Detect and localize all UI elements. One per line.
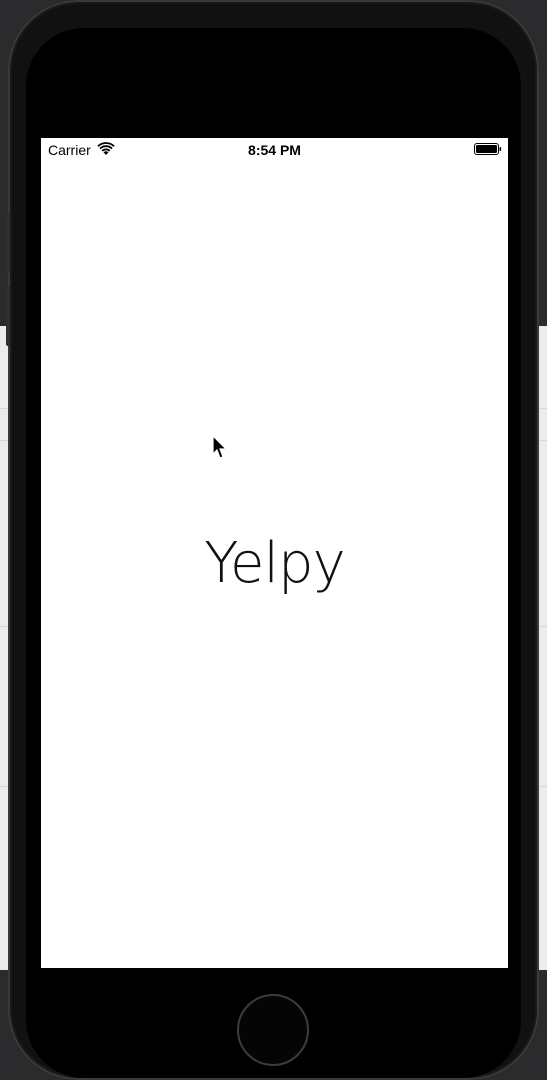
volume-down-button [6,286,10,346]
status-bar: Carrier 8:54 PM [41,138,508,162]
mouse-cursor-icon [212,435,228,459]
app-title: Yelpy [204,531,345,596]
volume-up-button [6,212,10,272]
app-screen: Carrier 8:54 PM Yelpy [41,138,508,968]
status-time: 8:54 PM [248,142,301,158]
battery-icon [474,143,502,155]
home-button[interactable] [237,994,309,1066]
